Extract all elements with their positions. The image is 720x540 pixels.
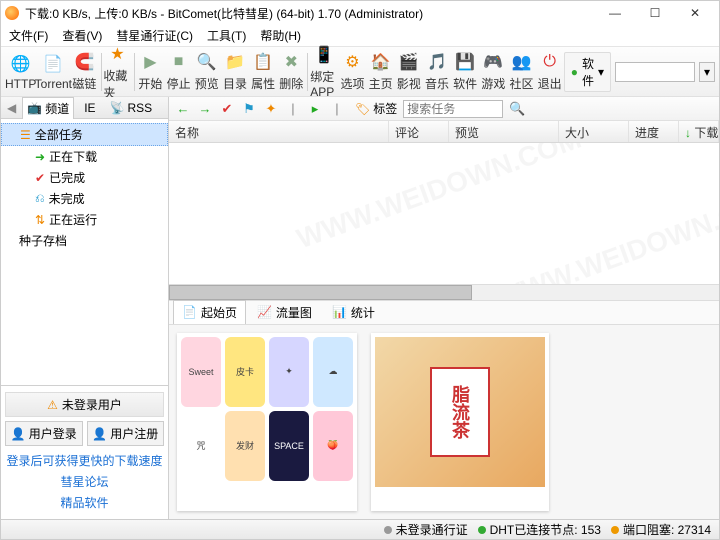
tea-label: 脂流茶 — [430, 367, 490, 457]
toolbar-停止[interactable]: ■停止 — [165, 49, 193, 94]
ad-tea[interactable]: 脂流茶 — [371, 333, 549, 512]
start-page: Sweet 皮卡 ✦ ☁ 咒 发财 SPACE 🍑 脂流茶 — [169, 324, 719, 520]
toolbar-HTTP[interactable]: 🌐HTTP — [5, 51, 36, 93]
ad-phone-cases[interactable]: Sweet 皮卡 ✦ ☁ 咒 发财 SPACE 🍑 — [177, 333, 357, 512]
maximize-button[interactable]: ☐ — [635, 2, 675, 24]
col-progress[interactable]: 进度 — [629, 121, 679, 142]
app-icon — [5, 6, 19, 20]
nav-fwd-icon[interactable]: → — [197, 101, 213, 116]
tab-ie[interactable]: IE — [80, 99, 99, 117]
toolbar-Torrent[interactable]: 📄Torrent — [36, 51, 70, 93]
software-link[interactable]: 精品软件 — [5, 492, 164, 513]
user-login-button[interactable]: 👤用户登录 — [5, 421, 83, 446]
toolbar-属性[interactable]: 📋属性 — [249, 49, 277, 94]
forum-link[interactable]: 彗星论坛 — [5, 471, 164, 492]
toolbar-选项[interactable]: ⚙选项 — [338, 49, 366, 94]
login-header: ⚠未登录用户 — [5, 392, 164, 417]
tab-startpage[interactable]: 📄起始页 — [173, 300, 246, 325]
toolbar-退出[interactable]: ⏻退出 — [536, 49, 564, 94]
login-panel: ⚠未登录用户 👤用户登录 👤用户注册 登录后可获得更快的下载速度 彗星论坛 精品… — [1, 385, 168, 519]
search-go[interactable]: ▾ — [699, 62, 715, 82]
status-dht[interactable]: DHT已连接节点: 153 — [478, 521, 601, 538]
task-tree: ☰全部任务 ➜正在下载 ✔已完成 ⎌未完成 ⇅正在运行 种子存档 — [1, 119, 168, 385]
tab-channel[interactable]: 📺频道 — [22, 97, 74, 119]
status-port[interactable]: 端口阻塞: 27314 — [611, 521, 711, 538]
user-icon: 👤 — [11, 427, 26, 441]
tree-undone[interactable]: ⎌未完成 — [1, 188, 168, 209]
menu-file[interactable]: 文件(F) — [9, 27, 48, 44]
check-icon[interactable]: ✔ — [219, 101, 235, 117]
toolbar-软件[interactable]: 💾软件 — [451, 49, 479, 94]
grid-body: WWW.WEIDOWN.COM WWW.WEIDOWN.COM — [169, 143, 719, 284]
toolbar-收藏夹[interactable]: ★收藏夹 — [103, 41, 131, 103]
tab-stats[interactable]: 📊统计 — [323, 300, 384, 325]
task-subbar: ← → ✔ ⚑ ✦ | ▸ | 🏷标签 🔍 — [169, 97, 719, 121]
nav-back-icon[interactable]: ← — [175, 101, 191, 116]
toolbar-主页[interactable]: 🏠主页 — [367, 49, 395, 94]
toolbar-开始[interactable]: ▶开始 — [136, 49, 164, 94]
login-tip-link[interactable]: 登录后可获得更快的下载速度 — [5, 450, 164, 471]
titlebar: 下载:0 KB/s, 上传:0 KB/s - BitComet(比特彗星) (6… — [1, 1, 719, 25]
play-small-icon[interactable]: ▸ — [307, 101, 323, 117]
col-size[interactable]: 大小 — [559, 121, 629, 142]
col-preview[interactable]: 预览 — [449, 121, 559, 142]
col-comment[interactable]: 评论 — [389, 121, 449, 142]
tab-rss[interactable]: 📡RSS — [106, 99, 157, 117]
toolbar-影视[interactable]: 🎬影视 — [395, 49, 423, 94]
toolbar-音乐[interactable]: 🎵音乐 — [423, 49, 451, 94]
search-category[interactable]: ●软件▾ — [564, 52, 611, 92]
status-passport[interactable]: 未登录通行证 — [384, 521, 468, 538]
tree-running[interactable]: ⇅正在运行 — [1, 209, 168, 230]
col-name[interactable]: 名称 — [169, 121, 389, 142]
toolbar: 🌐HTTP📄Torrent🧲磁链★收藏夹▶开始■停止🔍预览📁目录📋属性✖删除📱绑… — [1, 47, 719, 97]
lower-tabs: 📄起始页 📈流量图 📊统计 — [169, 300, 719, 324]
close-button[interactable]: ✕ — [675, 2, 715, 24]
tree-done[interactable]: ✔已完成 — [1, 167, 168, 188]
sidebar-tabs: ◀ 📺频道 IE 📡RSS — [1, 97, 168, 119]
toolbar-预览[interactable]: 🔍预览 — [193, 49, 221, 94]
grid-scrollbar[interactable] — [169, 284, 719, 300]
toolbar-游戏[interactable]: 🎮游戏 — [479, 49, 507, 94]
star-icon[interactable]: ✦ — [263, 101, 279, 117]
tree-seed-archive[interactable]: 种子存档 — [1, 230, 168, 251]
menu-help[interactable]: 帮助(H) — [260, 27, 301, 44]
task-search-input[interactable] — [403, 100, 503, 118]
user-add-icon: 👤 — [92, 427, 107, 441]
toolbar-磁链[interactable]: 🧲磁链 — [70, 49, 98, 94]
flag-icon[interactable]: ⚑ — [241, 101, 257, 117]
tag-dropdown[interactable]: 🏷标签 — [355, 100, 397, 117]
toolbar-search-input[interactable] — [615, 62, 695, 82]
statusbar: 未登录通行证 DHT已连接节点: 153 端口阻塞: 27314 — [1, 519, 719, 539]
sidebar: ◀ 📺频道 IE 📡RSS ☰全部任务 ➜正在下载 ✔已完成 ⎌未完成 ⇅正在运… — [1, 97, 169, 519]
menu-view[interactable]: 查看(V) — [62, 27, 102, 44]
grid-header: 名称 评论 预览 大小 进度 ↓ 下载 — [169, 121, 719, 143]
search-icon[interactable]: 🔍 — [509, 101, 525, 117]
toolbar-目录[interactable]: 📁目录 — [221, 49, 249, 94]
minimize-button[interactable]: ― — [595, 2, 635, 24]
toolbar-绑定APP[interactable]: 📱绑定APP — [310, 42, 338, 101]
window-title: 下载:0 KB/s, 上传:0 KB/s - BitComet(比特彗星) (6… — [25, 5, 595, 22]
menu-tools[interactable]: 工具(T) — [207, 27, 246, 44]
tree-all-tasks[interactable]: ☰全部任务 — [1, 123, 168, 146]
toolbar-社区[interactable]: 👥社区 — [507, 49, 535, 94]
toolbar-删除[interactable]: ✖删除 — [277, 49, 305, 94]
tab-traffic[interactable]: 📈流量图 — [248, 300, 321, 325]
tree-downloading[interactable]: ➜正在下载 — [1, 146, 168, 167]
task-grid: 名称 评论 预览 大小 进度 ↓ 下载 WWW.WEIDOWN.COM WWW.… — [169, 121, 719, 300]
content-area: ← → ✔ ⚑ ✦ | ▸ | 🏷标签 🔍 名称 评论 预览 大小 进度 ↓ 下… — [169, 97, 719, 519]
col-down[interactable]: ↓ 下载 — [679, 121, 719, 142]
user-register-button[interactable]: 👤用户注册 — [87, 421, 165, 446]
